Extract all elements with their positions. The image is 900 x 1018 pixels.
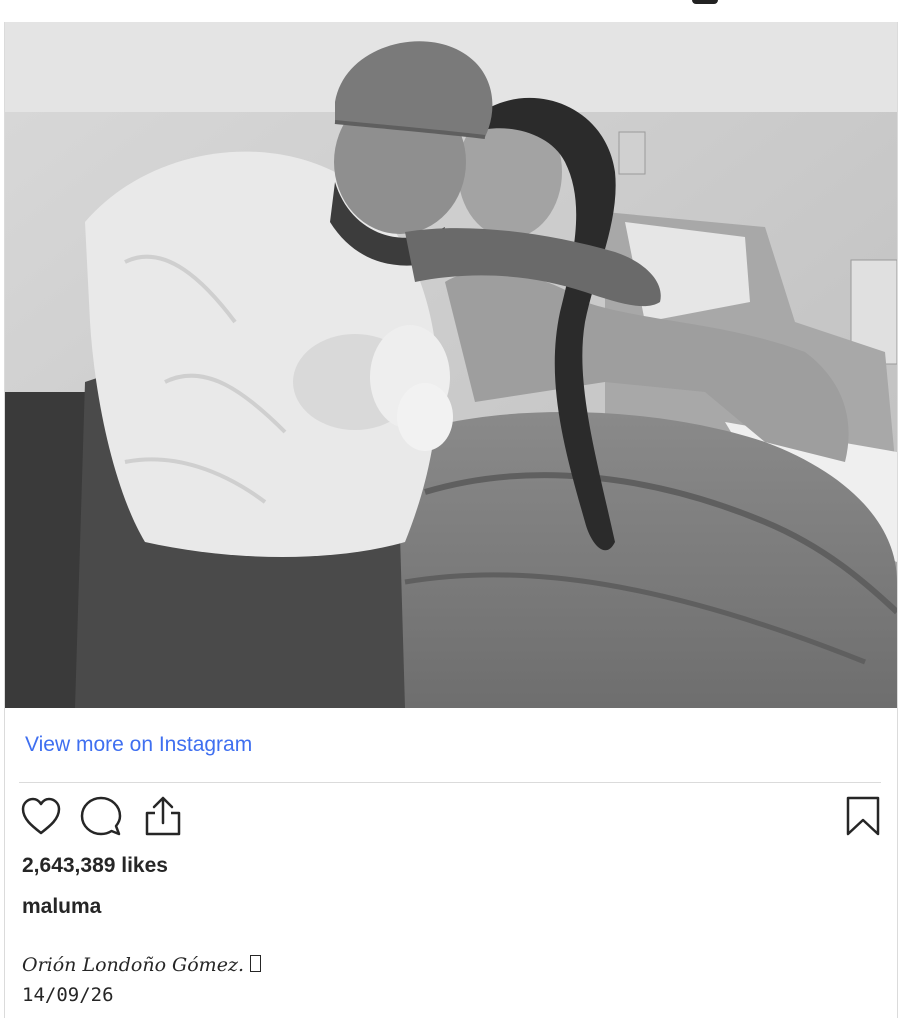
share-button[interactable]	[141, 796, 185, 840]
caption-text: Orión Londoño Gómez.	[22, 954, 244, 976]
likes-count[interactable]: 2,643,389 likes	[22, 854, 168, 878]
like-button[interactable]	[19, 796, 63, 840]
save-button[interactable]	[841, 796, 885, 840]
divider	[19, 782, 881, 783]
post-date: 14/09/26	[22, 984, 114, 1006]
share-icon	[143, 795, 183, 842]
comment-icon	[80, 795, 122, 842]
action-bar	[19, 796, 885, 840]
header-fragment	[692, 0, 718, 4]
bookmark-icon	[845, 795, 881, 842]
heart-icon	[20, 796, 62, 841]
instagram-embed: View more on Instagram 2,643,389 likes m…	[4, 22, 898, 1018]
post-caption: Orión Londoño Gómez.	[22, 954, 261, 976]
missing-glyph-icon	[250, 955, 261, 972]
username-link[interactable]: maluma	[22, 895, 101, 919]
view-more-on-instagram-link[interactable]: View more on Instagram	[25, 733, 252, 757]
comment-button[interactable]	[79, 796, 123, 840]
post-photo[interactable]	[5, 22, 897, 708]
